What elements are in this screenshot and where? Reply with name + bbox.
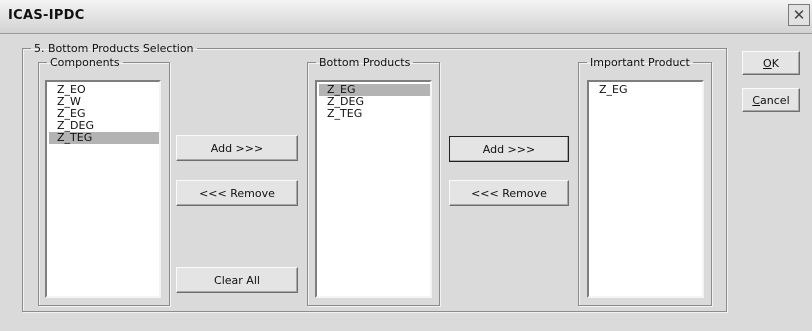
clear-all-button[interactable]: Clear All bbox=[176, 267, 298, 293]
bottom-products-list[interactable]: Z_EG Z_DEG Z_TEG bbox=[315, 80, 432, 298]
cancel-label-rest: ancel bbox=[760, 93, 790, 107]
cancel-button[interactable]: Cancel bbox=[742, 88, 800, 112]
cancel-mnemonic: C bbox=[752, 93, 761, 107]
remove-from-bottom-products-button[interactable]: <<< Remove bbox=[176, 180, 298, 206]
list-item[interactable]: Z_TEG bbox=[49, 132, 159, 144]
add-to-bottom-products-button[interactable]: Add >>> bbox=[176, 135, 298, 161]
title-bar: ICAS-IPDC ✕ bbox=[0, 0, 812, 34]
close-icon[interactable]: ✕ bbox=[788, 4, 810, 26]
add-to-important-product-button[interactable]: Add >>> bbox=[449, 136, 569, 162]
ok-label-rest: K bbox=[771, 56, 779, 70]
components-label: Components bbox=[50, 56, 120, 69]
window-title: ICAS-IPDC bbox=[8, 8, 85, 23]
important-product-list[interactable]: Z_EG bbox=[587, 80, 704, 298]
list-item[interactable]: Z_TEG bbox=[319, 108, 430, 120]
ok-button[interactable]: OK bbox=[742, 51, 800, 75]
remove-from-important-product-button[interactable]: <<< Remove bbox=[449, 180, 569, 206]
important-product-label: Important Product bbox=[590, 56, 690, 69]
components-list[interactable]: Z_EO Z_W Z_EG Z_DEG Z_TEG bbox=[45, 80, 161, 298]
dialog-body: 5. Bottom Products Selection Components … bbox=[0, 34, 812, 331]
list-item[interactable]: Z_EG bbox=[591, 84, 702, 96]
bottom-products-label: Bottom Products bbox=[319, 56, 411, 69]
section-title: 5. Bottom Products Selection bbox=[34, 42, 194, 55]
ok-mnemonic: O bbox=[763, 56, 772, 70]
